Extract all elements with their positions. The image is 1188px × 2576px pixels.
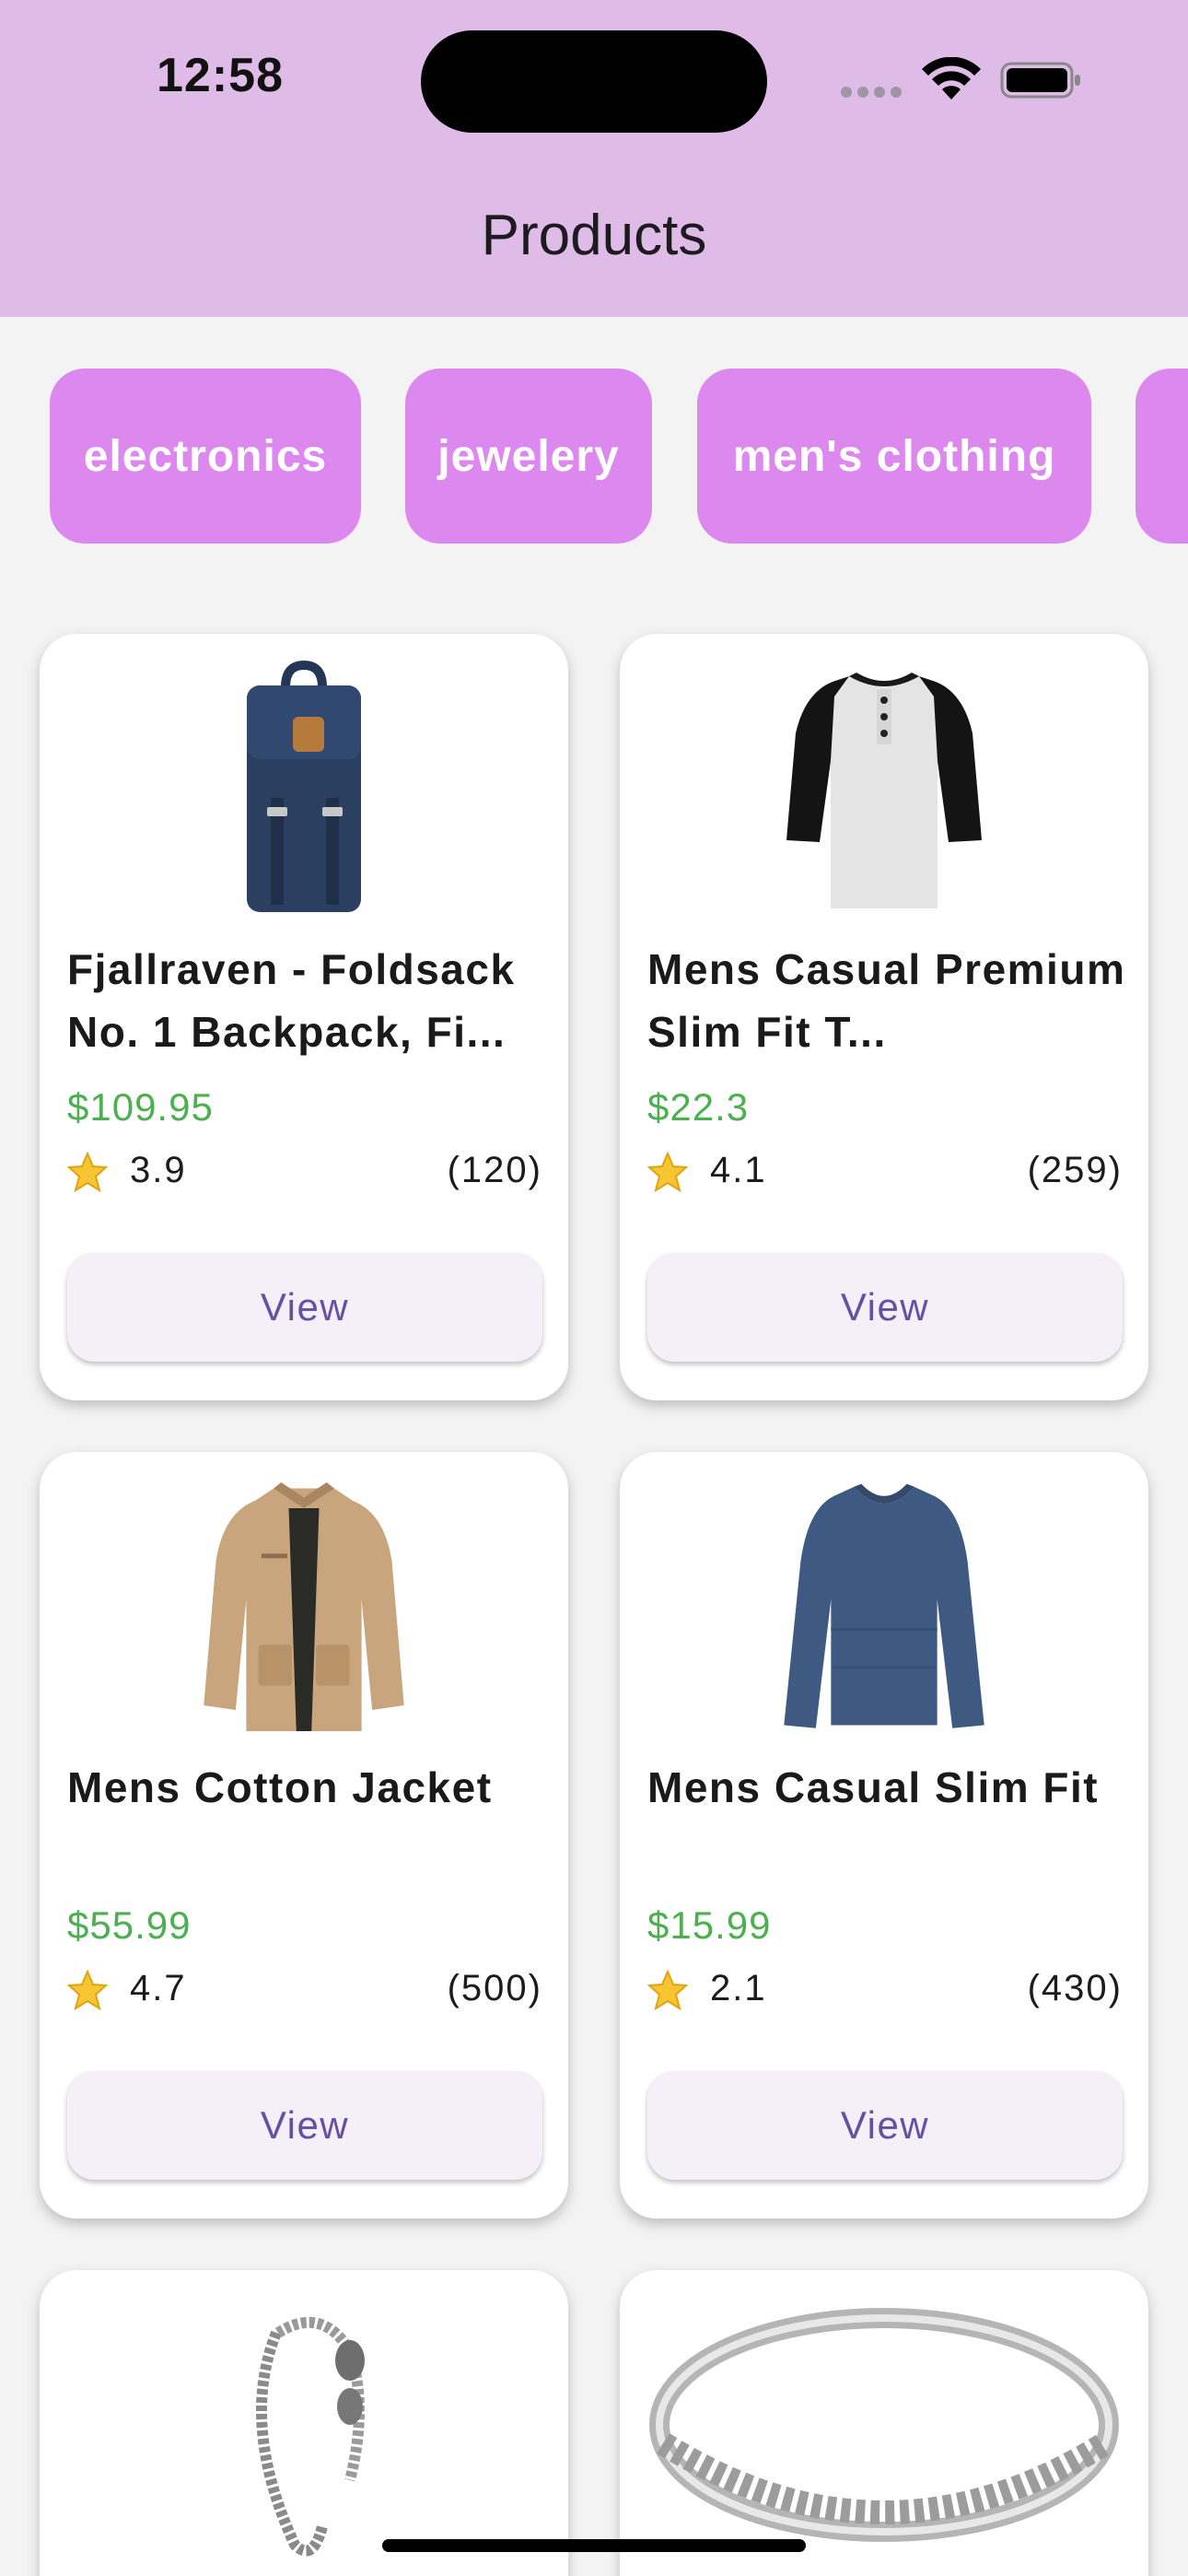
product-card[interactable]: Fjallraven - Foldsack No. 1 Backpack, Fi… [40, 634, 568, 1400]
view-button[interactable]: View [67, 2071, 542, 2180]
category-chip-jewelery[interactable]: jewelery [405, 369, 652, 544]
product-card[interactable] [620, 2270, 1148, 2576]
long-sleeve-shirt-icon [784, 1483, 984, 1728]
rating-count: (120) [447, 1150, 542, 1190]
page-title: Products [481, 204, 707, 267]
product-price: $55.99 [67, 1903, 192, 1947]
rating-count: (259) [1027, 1150, 1123, 1190]
product-image [620, 660, 1148, 918]
app-screen: 12:58 Products electronics jewelery men'… [0, 0, 1188, 2576]
view-button[interactable]: View [67, 1253, 542, 1362]
product-image [40, 2296, 568, 2557]
rating-row: 4.7 (500) [67, 1968, 542, 2014]
product-title: Mens Casual Slim Fit [647, 1763, 1100, 1811]
product-price: $15.99 [647, 1903, 772, 1947]
status-time: 12:58 [157, 49, 284, 102]
star-icon [647, 1152, 688, 1192]
product-price: $22.3 [647, 1085, 750, 1129]
view-button[interactable]: View [647, 1253, 1123, 1362]
ring-icon [649, 2308, 1119, 2542]
product-title: Mens Casual Premium Slim Fit T... [647, 945, 1126, 1056]
cellular-signal-icon [841, 87, 902, 98]
wifi-icon [922, 57, 981, 100]
backpack-icon [247, 660, 361, 912]
rating-value: 4.7 [130, 1968, 187, 2008]
bracelet-icon [256, 2316, 365, 2557]
category-chip-partial[interactable] [1136, 369, 1188, 544]
product-price: $109.95 [67, 1085, 214, 1129]
product-card[interactable]: Mens Cotton Jacket $55.99 4.7 (500) View [40, 1452, 568, 2219]
product-title: Mens Cotton Jacket [67, 1763, 493, 1811]
rating-row: 2.1 (430) [647, 1968, 1123, 2014]
rating-value: 4.1 [710, 1150, 767, 1190]
category-chip-list[interactable]: electronics jewelery men's clothing [0, 369, 1188, 544]
jacket-icon [204, 1481, 404, 1732]
product-image [620, 2296, 1148, 2554]
product-title: Fjallraven - Foldsack No. 1 Backpack, Fi… [67, 945, 516, 1056]
star-icon [647, 1970, 688, 2010]
rating-value: 2.1 [710, 1968, 767, 2008]
battery-icon [1000, 62, 1080, 99]
product-image [620, 1478, 1148, 1736]
product-card[interactable] [40, 2270, 568, 2576]
product-card[interactable]: Mens Casual Premium Slim Fit T... $22.3 … [620, 634, 1148, 1400]
view-button[interactable]: View [647, 2071, 1123, 2180]
home-indicator[interactable] [382, 2539, 806, 2552]
rating-count: (500) [447, 1968, 542, 2008]
category-chip-mens-clothing[interactable]: men's clothing [697, 369, 1091, 544]
app-bar: 12:58 Products [0, 0, 1188, 317]
shirt-icon [786, 673, 982, 908]
product-image [40, 1478, 568, 1736]
star-icon [67, 1970, 108, 2010]
rating-value: 3.9 [130, 1150, 187, 1190]
star-icon [67, 1152, 108, 1192]
rating-row: 4.1 (259) [647, 1150, 1123, 1196]
rating-row: 3.9 (120) [67, 1150, 542, 1196]
product-card[interactable]: Mens Casual Slim Fit $15.99 2.1 (430) Vi… [620, 1452, 1148, 2219]
dynamic-island [421, 30, 767, 133]
product-image [40, 660, 568, 918]
rating-count: (430) [1027, 1968, 1123, 2008]
category-chip-electronics[interactable]: electronics [50, 369, 361, 544]
